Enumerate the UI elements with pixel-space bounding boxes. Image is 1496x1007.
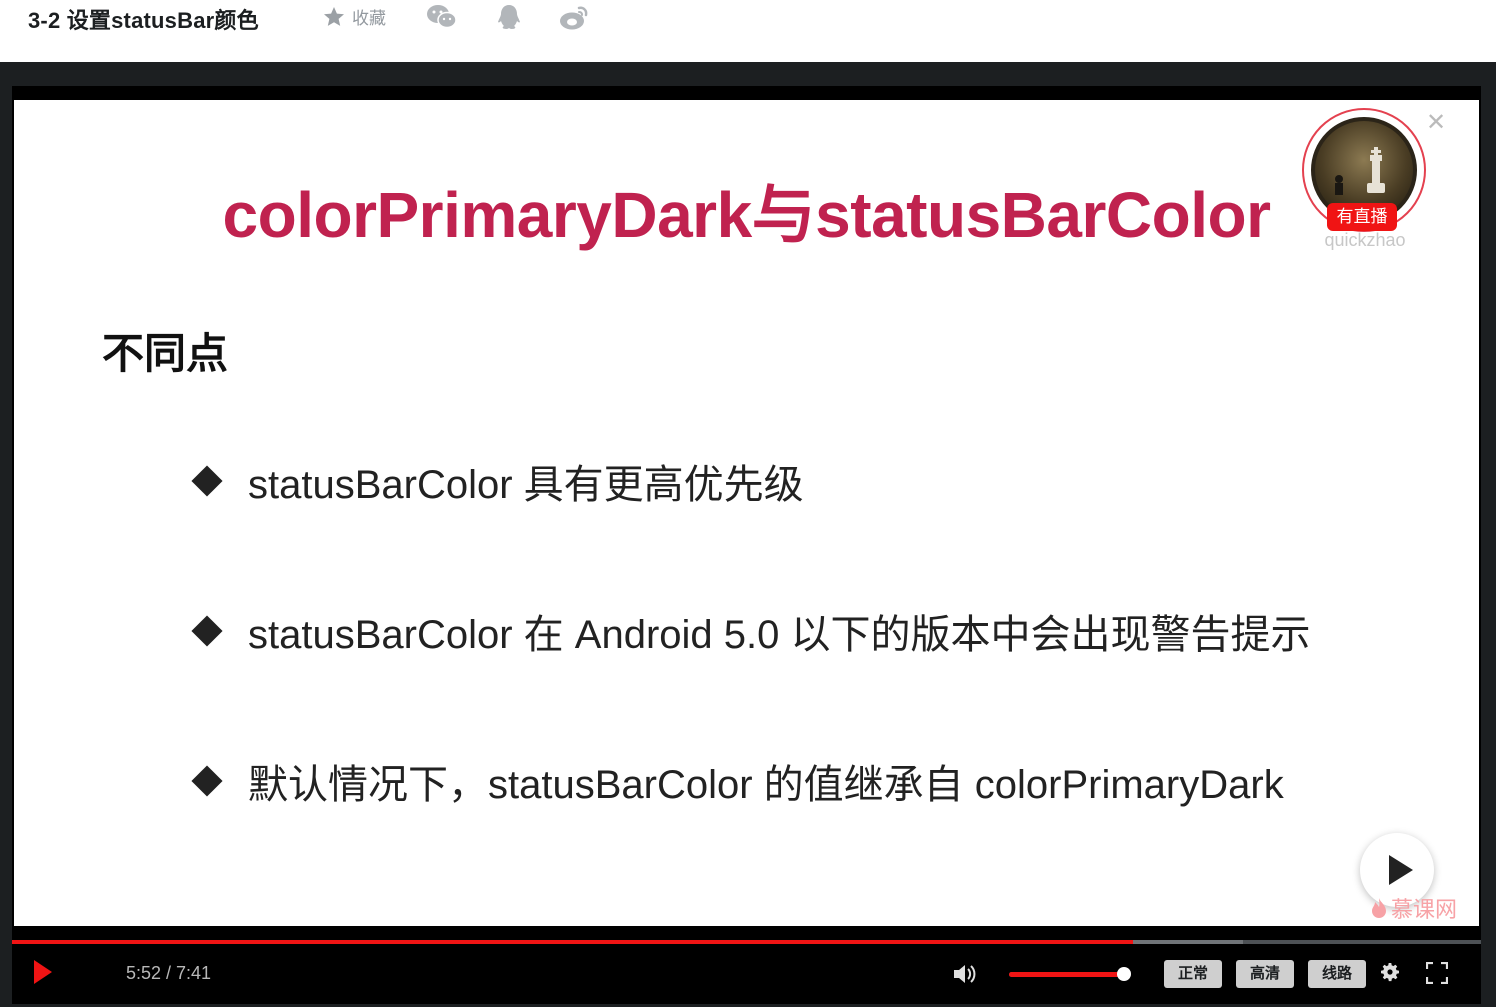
live-badge: 有直播 (1327, 203, 1397, 231)
weibo-icon[interactable] (559, 4, 591, 37)
quality-button[interactable]: 高清 (1236, 960, 1294, 988)
star-icon (324, 6, 344, 26)
qq-icon[interactable] (496, 4, 522, 37)
close-icon[interactable]: ✕ (1426, 108, 1446, 137)
page-title: 3-2 设置statusBar颜色 (28, 8, 259, 33)
favorite-button[interactable]: 收藏 (322, 4, 386, 29)
volume-level (1009, 972, 1125, 977)
slide-bullet: statusBarColor 具有更高优先级 (190, 452, 804, 510)
volume-icon[interactable] (952, 962, 978, 991)
fullscreen-icon[interactable] (1425, 961, 1449, 989)
gear-icon[interactable] (1378, 960, 1402, 989)
wechat-icon[interactable] (426, 4, 458, 35)
slide-heading: 不同点 (102, 330, 229, 377)
slide-title: colorPrimaryDark与statusBarColor (222, 179, 1271, 251)
watermark: 慕课网 (1370, 892, 1457, 924)
bullet-text: statusBarColor 在 Android 5.0 以下的版本中会出现警告… (248, 613, 1311, 657)
page-header: 3-2 设置statusBar颜色 收藏 (0, 0, 1496, 62)
slide-bullet: 默认情况下，statusBarColor 的值继承自 colorPrimaryD… (190, 752, 1284, 810)
control-bar: 5:52 / 7:41 正常 高清 线路 (12, 944, 1481, 1004)
streamer-name: quickzhao (1324, 230, 1406, 250)
bullet-text: 默认情况下，statusBarColor 的值继承自 colorPrimaryD… (248, 763, 1284, 807)
play-button[interactable] (34, 960, 52, 984)
bullet-text: statusBarColor 具有更高优先级 (248, 463, 804, 507)
volume-slider[interactable] (1009, 967, 1132, 981)
streamer-avatar[interactable]: 有直播 (1302, 108, 1426, 232)
volume-knob[interactable] (1117, 967, 1132, 981)
time-display: 5:52 / 7:41 (126, 963, 212, 983)
line-button[interactable]: 线路 (1308, 960, 1366, 988)
watermark-text: 慕课网 (1391, 897, 1458, 922)
diamond-bullet-icon (191, 765, 223, 797)
video-slide[interactable]: colorPrimaryDark与statusBarColor 不同点 stat… (14, 100, 1479, 926)
speed-button[interactable]: 正常 (1164, 960, 1222, 988)
slide-bullet: statusBarColor 在 Android 5.0 以下的版本中会出现警告… (190, 602, 1310, 660)
diamond-bullet-icon (191, 465, 223, 497)
diamond-bullet-icon (191, 615, 223, 647)
favorite-label: 收藏 (352, 9, 386, 28)
flame-icon (1372, 898, 1386, 918)
